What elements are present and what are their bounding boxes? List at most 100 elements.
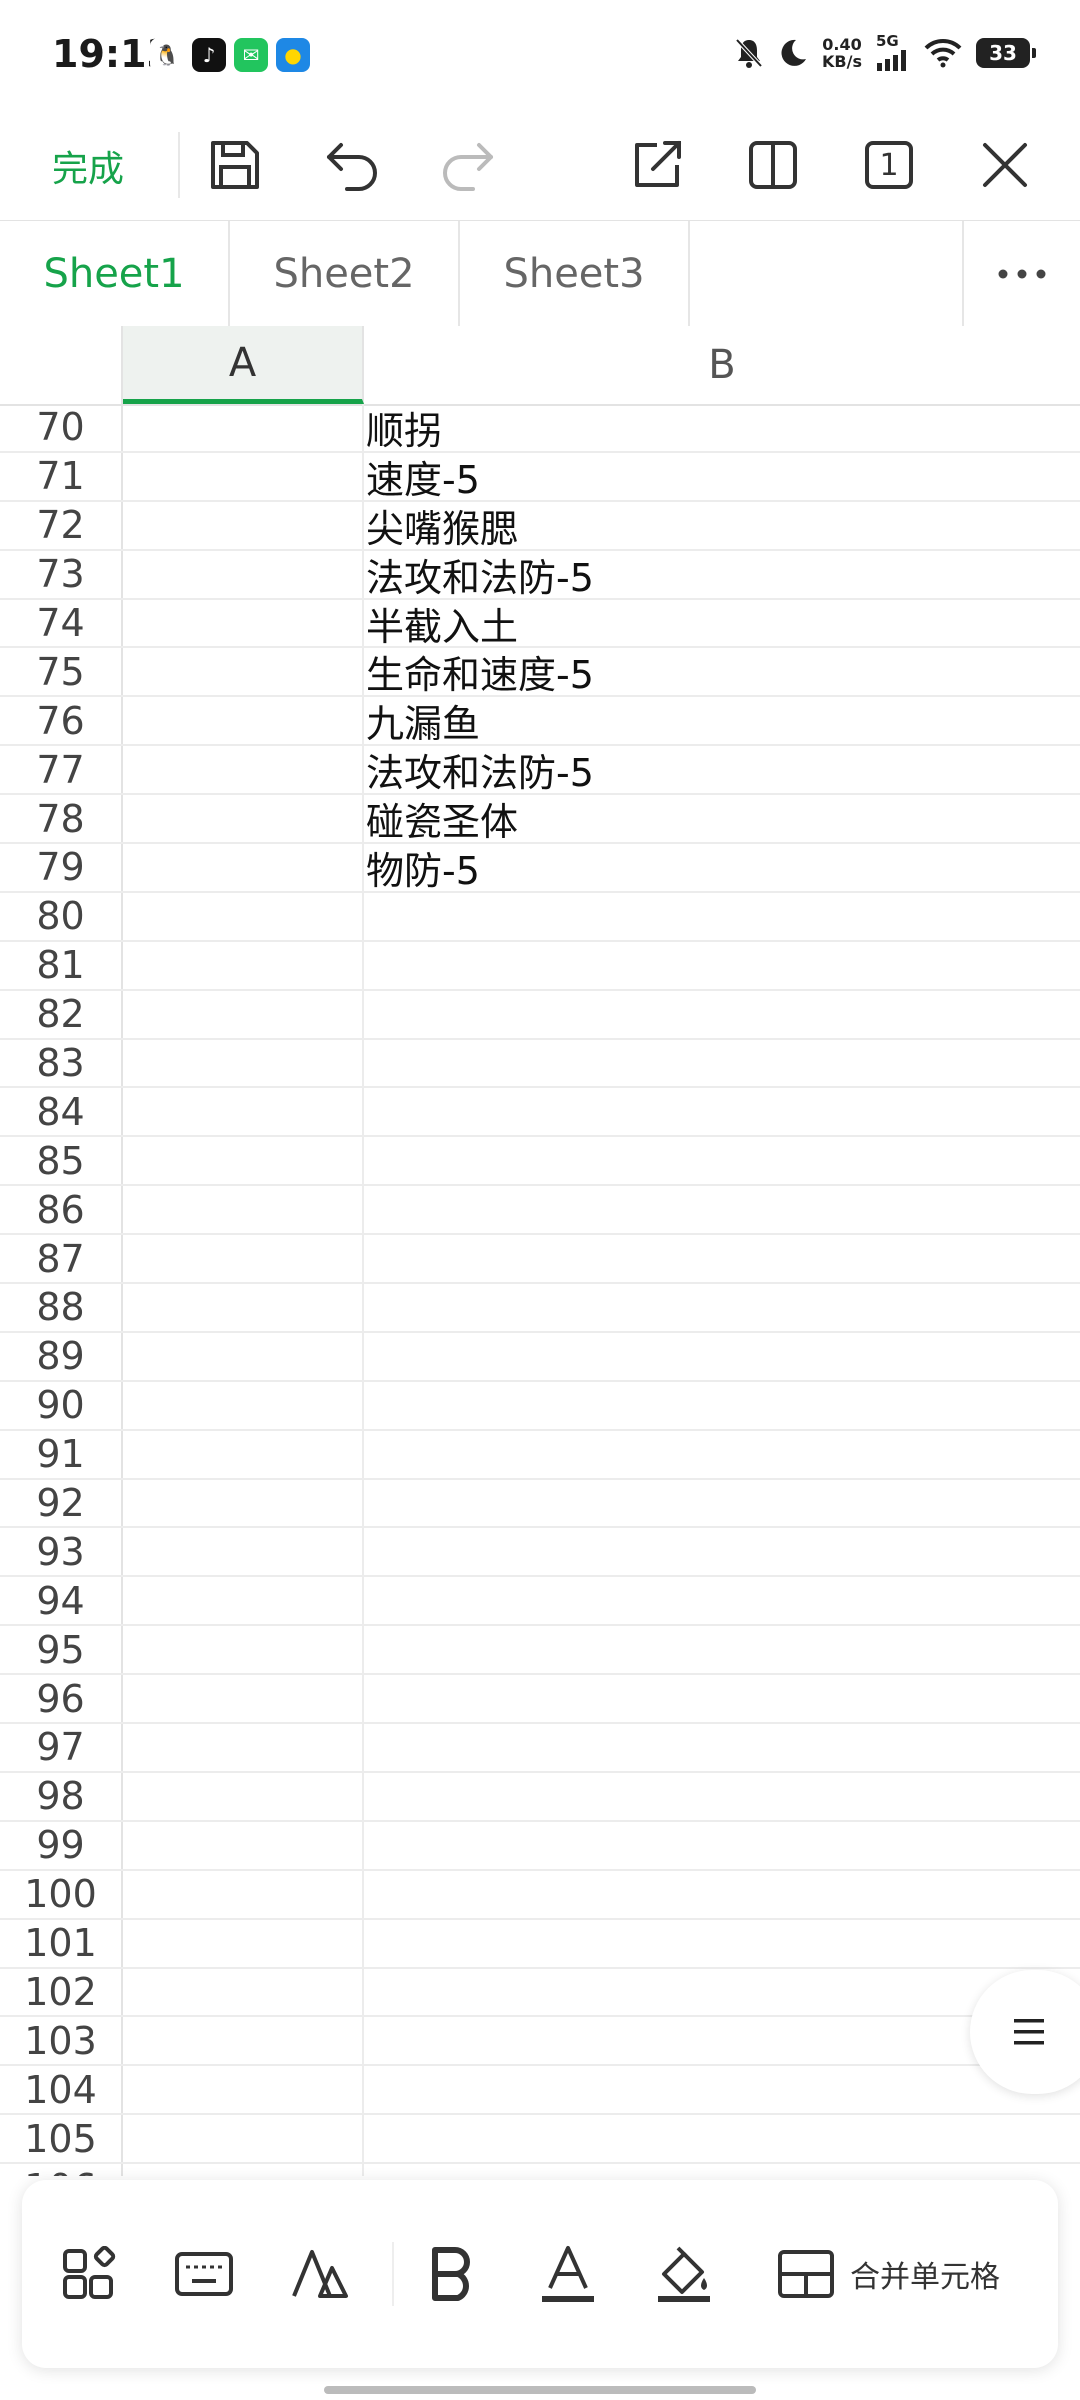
cell-b[interactable] [364, 1675, 1080, 1722]
share-button[interactable] [622, 130, 692, 200]
cell-b[interactable]: 法攻和法防-5 [364, 746, 1080, 795]
row-number[interactable]: 75 [0, 648, 123, 696]
cell-b[interactable] [364, 1333, 1080, 1380]
cell-a[interactable] [123, 1724, 364, 1771]
cell-b[interactable]: 尖嘴猴腮 [364, 502, 1080, 551]
row-number[interactable]: 78 [0, 795, 123, 843]
row-number[interactable]: 98 [0, 1772, 123, 1820]
cell-a[interactable] [123, 1186, 364, 1234]
row-number[interactable]: 79 [0, 844, 123, 891]
cell-a[interactable] [123, 1381, 364, 1429]
cell-a[interactable] [123, 1772, 364, 1820]
row-number[interactable]: 71 [0, 452, 123, 500]
cell-b[interactable] [364, 1137, 1080, 1184]
cell-b[interactable] [364, 1822, 1080, 1869]
column-header-b[interactable]: B [364, 326, 1080, 404]
cell-a[interactable] [123, 648, 364, 696]
font-color-button[interactable] [530, 2236, 606, 2312]
cell-a[interactable] [123, 892, 364, 940]
cell-b[interactable] [364, 1577, 1080, 1624]
row-number[interactable]: 73 [0, 550, 123, 598]
cell-b[interactable]: 顺拐 [364, 404, 1080, 453]
cell-b[interactable]: 物防-5 [364, 844, 1080, 893]
cell-b[interactable] [364, 1920, 1080, 1967]
cell-b[interactable] [364, 1773, 1080, 1820]
cell-a[interactable] [123, 2066, 364, 2114]
cell-a[interactable] [123, 1821, 364, 1869]
cell-b[interactable] [364, 893, 1080, 940]
row-number[interactable]: 87 [0, 1235, 123, 1283]
cell-b[interactable] [364, 1186, 1080, 1233]
cell-b[interactable] [364, 2066, 1080, 2113]
row-number[interactable]: 100 [0, 1870, 123, 1918]
cell-b[interactable] [364, 1969, 1080, 2016]
row-number[interactable]: 90 [0, 1381, 123, 1429]
cell-b[interactable] [364, 1528, 1080, 1575]
row-number[interactable]: 95 [0, 1626, 123, 1674]
row-number[interactable]: 92 [0, 1479, 123, 1527]
cell-b[interactable] [364, 1088, 1080, 1135]
cell-b[interactable]: 九漏鱼 [364, 697, 1080, 746]
home-indicator[interactable] [324, 2386, 756, 2394]
row-number[interactable]: 82 [0, 990, 123, 1038]
row-number[interactable]: 106 [0, 2164, 123, 2176]
cell-a[interactable] [123, 795, 364, 843]
cell-b[interactable]: 碰瓷圣体 [364, 795, 1080, 844]
cell-b[interactable] [364, 1040, 1080, 1087]
cell-a[interactable] [123, 1430, 364, 1478]
cell-b[interactable] [364, 1382, 1080, 1429]
column-header-a[interactable]: A [123, 326, 364, 404]
cell-a[interactable] [123, 1968, 364, 2016]
row-number[interactable]: 105 [0, 2115, 123, 2163]
keyboard-button[interactable] [166, 2236, 242, 2312]
cell-a[interactable] [123, 2017, 364, 2065]
cell-a[interactable] [123, 1675, 364, 1723]
merge-cells-label[interactable]: 合并单元格 [850, 2252, 1000, 2296]
cell-b[interactable] [364, 1871, 1080, 1918]
fill-color-button[interactable] [646, 2236, 722, 2312]
row-number[interactable]: 72 [0, 501, 123, 549]
cell-a[interactable] [123, 990, 364, 1038]
split-view-button[interactable] [738, 130, 808, 200]
cell-b[interactable] [364, 1235, 1080, 1282]
cell-a[interactable] [123, 1039, 364, 1087]
row-number[interactable]: 94 [0, 1577, 123, 1625]
close-button[interactable] [970, 130, 1040, 200]
tabs-more-button[interactable] [962, 221, 1080, 327]
cell-a[interactable] [123, 1088, 364, 1136]
apps-button[interactable] [50, 2236, 126, 2312]
cell-a[interactable] [123, 404, 364, 451]
cell-a[interactable] [123, 2164, 364, 2176]
row-number[interactable]: 99 [0, 1821, 123, 1869]
save-button[interactable] [200, 130, 270, 200]
clear-format-button[interactable] [282, 2236, 358, 2312]
cell-a[interactable] [123, 2115, 364, 2163]
cell-b[interactable] [364, 1284, 1080, 1331]
row-number[interactable]: 83 [0, 1039, 123, 1087]
page-count-button[interactable]: 1 [854, 130, 924, 200]
row-number[interactable]: 80 [0, 892, 123, 940]
cell-a[interactable] [123, 1919, 364, 1967]
row-number[interactable]: 85 [0, 1137, 123, 1185]
redo-button[interactable] [432, 130, 502, 200]
row-number[interactable]: 88 [0, 1284, 123, 1331]
cell-a[interactable] [123, 1235, 364, 1283]
row-number[interactable]: 101 [0, 1919, 123, 1967]
cell-a[interactable] [123, 941, 364, 989]
cell-a[interactable] [123, 1479, 364, 1527]
tab-sheet2[interactable]: Sheet2 [230, 221, 460, 327]
cell-b[interactable]: 法攻和法防-5 [364, 551, 1080, 600]
cell-b[interactable] [364, 2115, 1080, 2162]
bold-button[interactable] [414, 2236, 490, 2312]
cell-a[interactable] [123, 599, 364, 647]
row-number[interactable]: 96 [0, 1675, 123, 1723]
row-number[interactable]: 102 [0, 1968, 123, 2016]
row-number[interactable]: 70 [0, 404, 123, 451]
cell-b[interactable] [364, 1724, 1080, 1771]
row-number[interactable]: 81 [0, 941, 123, 989]
row-number[interactable]: 89 [0, 1332, 123, 1380]
done-button[interactable]: 完成 [52, 140, 124, 192]
undo-button[interactable] [318, 130, 388, 200]
cell-a[interactable] [123, 697, 364, 745]
row-number[interactable]: 104 [0, 2066, 123, 2114]
